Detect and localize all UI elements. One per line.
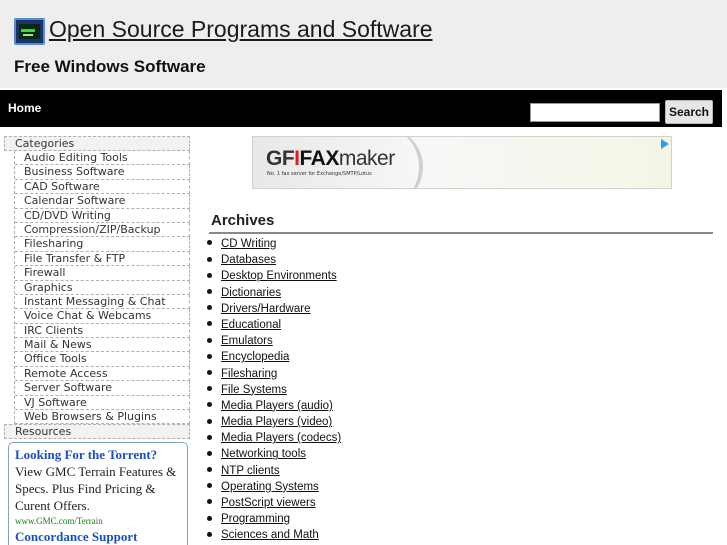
banner-logo: GFIFAXmaker xyxy=(266,147,395,170)
category-item[interactable]: Audio Editing Tools xyxy=(15,151,190,166)
bullet-icon xyxy=(207,467,212,473)
sidebar: Categories Audio Editing Tools Business … xyxy=(4,136,190,440)
category-item[interactable]: Firewall xyxy=(15,266,190,281)
sidebar-ad: Looking For the Torrent? View GMC Terrai… xyxy=(8,442,188,545)
bullet-icon xyxy=(207,499,212,505)
category-item[interactable]: Web Browsers & Plugins xyxy=(15,410,190,425)
bullet-icon xyxy=(207,321,212,327)
archive-link[interactable]: Filesharing xyxy=(221,368,277,380)
list-item: Databases xyxy=(207,252,341,268)
archive-link[interactable]: Drivers/Hardware xyxy=(221,303,310,315)
list-item: Media Players (audio) xyxy=(207,398,341,414)
category-item[interactable]: Graphics xyxy=(15,280,190,295)
archive-link[interactable]: NTP clients xyxy=(221,465,280,477)
archive-link[interactable]: Dictionaries xyxy=(221,287,281,299)
bullet-icon xyxy=(207,240,212,246)
banner-subtitle: No. 1 fax server for Exchange/SMTP/Lotus xyxy=(267,171,372,177)
bullet-icon xyxy=(207,305,212,311)
bullet-icon xyxy=(207,483,212,489)
monitor-logo-icon[interactable] xyxy=(14,18,45,45)
archives-list: CD Writing Databases Desktop Environment… xyxy=(207,236,341,544)
category-item[interactable]: VJ Software xyxy=(15,395,190,411)
category-item[interactable]: IRC Clients xyxy=(15,323,190,339)
bullet-icon xyxy=(207,402,212,408)
list-item: Dictionaries xyxy=(207,285,341,301)
list-item: Networking tools xyxy=(207,446,341,462)
nav-home-link[interactable]: Home xyxy=(8,101,41,115)
category-item[interactable]: Office Tools xyxy=(15,352,190,367)
category-item[interactable]: Server Software xyxy=(15,381,190,396)
archive-link[interactable]: Media Players (codecs) xyxy=(221,432,341,444)
list-item: PostScript viewers xyxy=(207,495,341,511)
banner-ad[interactable]: GFIFAXmaker No. 1 fax server for Exchang… xyxy=(252,136,672,189)
archive-link[interactable]: Sciences and Math xyxy=(221,529,319,541)
list-item: Educational xyxy=(207,317,341,333)
bullet-icon xyxy=(207,256,212,262)
bullet-icon xyxy=(207,337,212,343)
bullet-icon xyxy=(207,450,212,456)
bullet-icon xyxy=(207,289,212,295)
ad-title-link[interactable]: Looking For the Torrent? xyxy=(15,446,181,463)
list-item: Emulators xyxy=(207,333,341,349)
bullet-icon xyxy=(207,531,212,537)
archive-link[interactable]: Media Players (audio) xyxy=(221,400,333,412)
list-item: Operating Systems xyxy=(207,479,341,495)
ad-title-link[interactable]: Concordance Support xyxy=(15,528,181,545)
list-item: File Systems xyxy=(207,382,341,398)
archive-link[interactable]: PostScript viewers xyxy=(221,497,316,509)
archive-link[interactable]: Networking tools xyxy=(221,448,306,460)
list-item: Drivers/Hardware xyxy=(207,301,341,317)
bullet-icon xyxy=(207,272,212,278)
category-item[interactable]: Remote Access xyxy=(15,366,190,382)
list-item: Filesharing xyxy=(207,366,341,382)
list-item: Sciences and Math xyxy=(207,527,341,543)
bullet-icon xyxy=(207,434,212,440)
bullet-icon xyxy=(207,515,212,521)
archive-link[interactable]: CD Writing xyxy=(221,238,276,250)
category-item[interactable]: Mail & News xyxy=(15,338,190,353)
category-item[interactable]: CD/DVD Writing xyxy=(15,208,190,223)
list-item: Desktop Environments xyxy=(207,268,341,284)
categories-header: Categories xyxy=(4,136,190,151)
archives-title: Archives xyxy=(211,212,275,229)
archive-link[interactable]: Databases xyxy=(221,254,276,266)
ad-text: View GMC Terrain Features & Specs. Plus … xyxy=(15,464,177,513)
category-item[interactable]: Calendar Software xyxy=(15,194,190,209)
category-item[interactable]: Instant Messaging & Chat xyxy=(15,294,190,310)
ad-choices-arrow-icon[interactable] xyxy=(661,139,669,149)
archive-link[interactable]: Encyclopedia xyxy=(221,351,289,363)
list-item: NTP clients xyxy=(207,463,341,479)
archive-link[interactable]: Emulators xyxy=(221,335,273,347)
archive-link[interactable]: Operating Systems xyxy=(221,481,319,493)
category-item[interactable]: Compression/ZIP/Backup xyxy=(15,222,190,238)
category-item[interactable]: Business Software xyxy=(15,165,190,180)
bullet-icon xyxy=(207,353,212,359)
site-header: Open Source Programs and Software Free W… xyxy=(0,0,727,88)
list-item: CD Writing xyxy=(207,236,341,252)
site-title-link[interactable]: Open Source Programs and Software xyxy=(49,16,433,43)
archives-divider xyxy=(209,232,713,234)
list-item: Encyclopedia xyxy=(207,349,341,365)
list-item: Programming xyxy=(207,511,341,527)
category-item[interactable]: File Transfer & FTP xyxy=(15,251,190,267)
search-input[interactable] xyxy=(530,103,660,122)
bullet-icon xyxy=(207,418,212,424)
archive-link[interactable]: Media Players (video) xyxy=(221,416,332,428)
list-item: Media Players (video) xyxy=(207,414,341,430)
category-item[interactable]: Filesharing xyxy=(15,237,190,252)
ad-url-link[interactable]: www.GMC.com/Terrain xyxy=(15,514,181,528)
category-item[interactable]: Voice Chat & Webcams xyxy=(15,309,190,324)
archive-link[interactable]: Desktop Environments xyxy=(221,270,337,282)
bullet-icon xyxy=(207,369,212,375)
category-list: Audio Editing Tools Business Software CA… xyxy=(14,151,190,425)
search-button[interactable]: Search xyxy=(665,100,713,124)
archive-link[interactable]: File Systems xyxy=(221,384,287,396)
archive-link[interactable]: Programming xyxy=(221,513,290,525)
category-item[interactable]: CAD Software xyxy=(15,179,190,195)
resources-header: Resources xyxy=(4,424,190,440)
list-item: Media Players (codecs) xyxy=(207,430,341,446)
site-tagline: Free Windows Software xyxy=(14,57,206,76)
archive-link[interactable]: Educational xyxy=(221,319,281,331)
bullet-icon xyxy=(207,386,212,392)
